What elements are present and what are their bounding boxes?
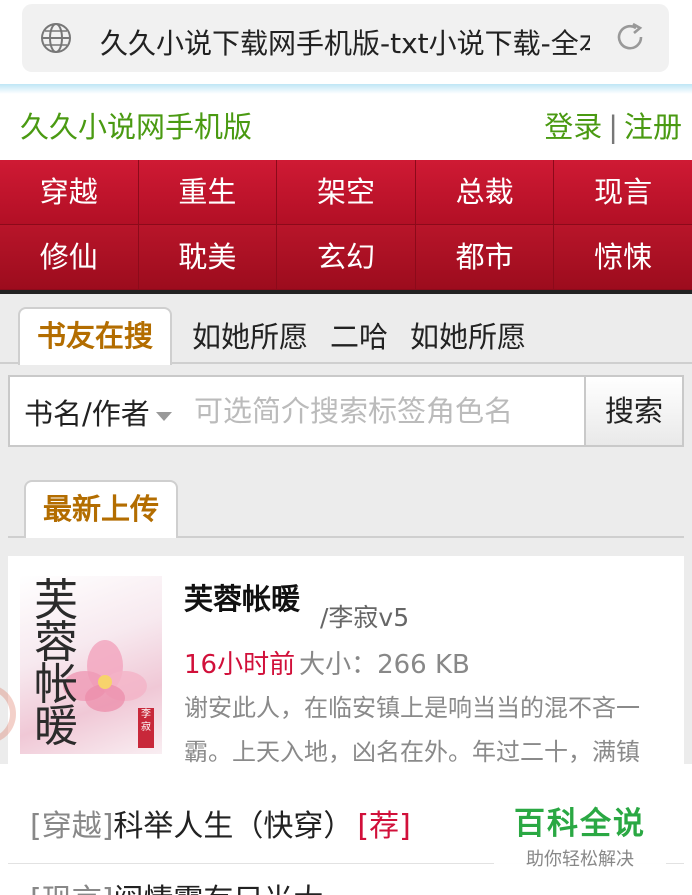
cover-title-calligraphy: 芙蓉帐暖	[34, 576, 78, 752]
category-dushi[interactable]: 都市	[415, 225, 555, 290]
login-link[interactable]: 登录	[544, 110, 602, 144]
list-item-title[interactable]: 阀情霸有只光大	[113, 883, 323, 895]
search-type-select[interactable]: 书名/作者	[24, 391, 172, 433]
hot-search-link[interactable]: 如她所愿	[192, 320, 308, 354]
site-header: 久久小说网手机版 登录 | 注册	[0, 94, 692, 160]
address-bar[interactable]: 久久小说下载网手机版-txt小说下载-全本	[22, 4, 669, 72]
cover-seal: 李寂	[138, 708, 154, 748]
page-title-url: 久久小说下载网手机版-txt小说下载-全本	[100, 27, 590, 60]
hot-search-link[interactable]: 二哈	[330, 320, 388, 354]
category-xianyan[interactable]: 现言	[554, 160, 692, 225]
search-type-label: 书名/作者	[24, 397, 150, 431]
book-title[interactable]: 芙蓉帐暖	[184, 576, 300, 618]
category-jiakong[interactable]: 架空	[277, 160, 416, 225]
tab-latest-upload[interactable]: 最新上传	[24, 480, 178, 538]
tab-hot-search[interactable]: 书友在搜	[18, 307, 172, 365]
chevron-down-icon	[155, 411, 172, 421]
search-section: 书友在搜 如她所愿二哈如她所愿 书名/作者 搜索 最新上传 芙蓉帐暖 李寂 芙蓉…	[0, 294, 692, 770]
watermark-title: 百科全说	[514, 806, 646, 842]
list-item-category: [穿越]	[30, 809, 114, 844]
category-danmei[interactable]: 耽美	[138, 225, 278, 290]
book-description: 谢安此人，在临安镇上是响当当的混不吝一霸。上天入地，凶名在外。年过二十，满镇	[184, 694, 640, 766]
file-size: 大小：266 KB	[299, 650, 470, 680]
watermark-subtitle: 助你轻松解决	[526, 849, 634, 870]
hot-search-link[interactable]: 如她所愿	[410, 320, 526, 354]
site-title[interactable]: 久久小说网手机版	[20, 104, 252, 146]
globe-icon	[41, 23, 71, 53]
upload-time: 16小时前	[184, 650, 296, 680]
featured-book-card[interactable]: 芙蓉帐暖 李寂 芙蓉帐暖 /李寂v5 16小时前 大小：266 KB 谢安此人，在…	[8, 556, 684, 770]
register-link[interactable]: 注册	[624, 110, 682, 144]
account-links: 登录 | 注册	[544, 104, 682, 146]
reload-icon[interactable]	[613, 20, 647, 54]
book-meta: 16小时前 大小：266 KB	[184, 644, 470, 681]
category-nav: 穿越 重生 架空 总裁 现言 修仙 耽美 玄幻 都市 惊悚	[0, 160, 692, 290]
book-author[interactable]: /李寂v5	[320, 598, 409, 634]
toolbar-shadow	[0, 84, 692, 94]
category-jingsong[interactable]: 惊悚	[554, 225, 692, 290]
watermark: 百科全说 助你轻松解决	[494, 786, 666, 872]
category-xuanhuan[interactable]: 玄幻	[277, 225, 416, 290]
book-cover[interactable]: 芙蓉帐暖 李寂	[20, 576, 162, 754]
category-xiuxian[interactable]: 修仙	[0, 225, 139, 290]
category-zongcai[interactable]: 总裁	[415, 160, 555, 225]
browser-toolbar: 久久小说下载网手机版-txt小说下载-全本	[0, 0, 692, 84]
link-separator: |	[608, 110, 618, 144]
category-row: 修仙 耽美 玄幻 都市 惊悚	[0, 225, 692, 290]
search-box: 书名/作者 搜索	[8, 375, 684, 447]
category-row: 穿越 重生 架空 总裁 现言	[0, 160, 692, 225]
category-chuanyue[interactable]: 穿越	[0, 160, 139, 225]
recommend-badge: [荐]	[357, 809, 411, 844]
list-item-title[interactable]: 科举人生（快穿）	[113, 809, 353, 844]
search-button[interactable]: 搜索	[584, 377, 682, 445]
hot-search-bar: 书友在搜 如她所愿 二哈 如她所愿	[0, 294, 692, 365]
search-input[interactable]	[194, 387, 584, 435]
list-item-category: [现言]	[30, 883, 113, 895]
hot-search-links: 如她所愿 二哈 如她所愿	[192, 314, 548, 356]
category-chongsheng[interactable]: 重生	[138, 160, 278, 225]
latest-upload-bar: 最新上传	[8, 480, 684, 538]
